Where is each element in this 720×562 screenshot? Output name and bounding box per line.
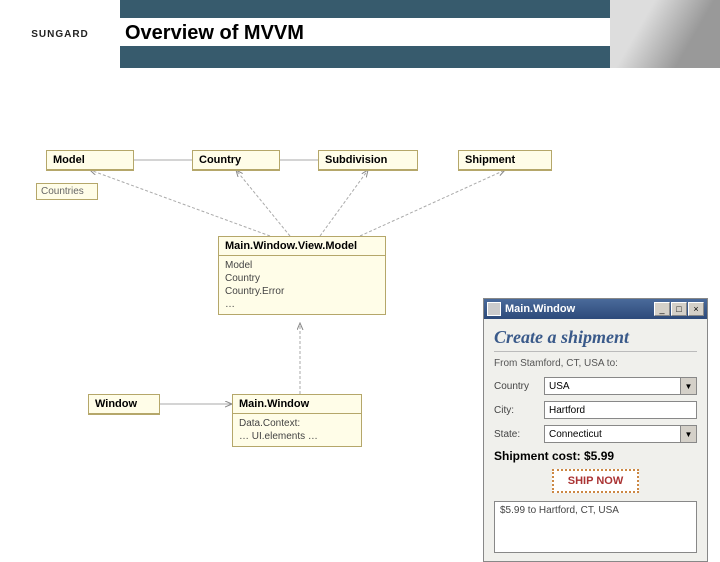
chevron-down-icon: ▼ [680, 426, 696, 442]
city-label: City: [494, 405, 538, 416]
app-body: Create a shipment From Stamford, CT, USA… [484, 319, 707, 561]
header-photo-right [610, 0, 720, 68]
maximize-button[interactable]: □ [671, 302, 687, 316]
uml-subdivision: Subdivision [318, 150, 418, 171]
uml-viewmodel-line: Model [225, 259, 379, 272]
city-row: City: [494, 401, 697, 419]
app-titlebar[interactable]: Main.Window _ □ × [484, 299, 707, 319]
uml-viewmodel-body: Model Country Country.Error … [219, 256, 385, 314]
uml-country-title: Country [193, 151, 279, 170]
chevron-down-icon: ▼ [680, 378, 696, 394]
state-dropdown[interactable]: Connecticut ▼ [544, 425, 697, 443]
uml-mainwindow: Main.Window Data.Context: … UI.elements … [232, 394, 362, 447]
uml-viewmodel-line: Country.Error [225, 285, 379, 298]
uml-model-field: Countries [36, 183, 98, 200]
cost-label: Shipment cost: $5.99 [494, 449, 697, 463]
uml-window: Window [88, 394, 160, 415]
state-value: Connecticut [549, 429, 602, 440]
result-list[interactable]: $5.99 to Hartford, CT, USA [494, 501, 697, 553]
app-heading: Create a shipment [494, 327, 697, 352]
close-button[interactable]: × [688, 302, 704, 316]
window-icon [487, 302, 501, 316]
ship-now-button[interactable]: SHIP NOW [552, 469, 639, 493]
brand-logo-area: SUNGARD [0, 0, 120, 68]
result-item: $5.99 to Hartford, CT, USA [500, 505, 691, 516]
uml-mainwindow-title: Main.Window [233, 395, 361, 414]
slide-header: SUNGARD Overview of MVVM Overview of MVV… [0, 0, 720, 68]
uml-mainwindow-line: Data.Context: [239, 417, 355, 430]
uml-window-title: Window [89, 395, 159, 414]
uml-viewmodel-line: … [225, 298, 379, 311]
uml-viewmodel-title: Main.Window.View.Model [219, 237, 385, 256]
uml-shipment-title: Shipment [459, 151, 551, 170]
uml-viewmodel-line: Country [225, 272, 379, 285]
uml-mainwindow-body: Data.Context: … UI.elements … [233, 414, 361, 446]
country-dropdown[interactable]: USA ▼ [544, 377, 697, 395]
country-label: Country [494, 381, 538, 392]
uml-shipment: Shipment [458, 150, 552, 171]
country-row: Country USA ▼ [494, 377, 697, 395]
slide-title-text: Overview of MVVM [125, 22, 304, 45]
brand-logo: SUNGARD [31, 29, 89, 40]
uml-model-title: Model [47, 151, 133, 170]
city-input[interactable] [544, 401, 697, 419]
country-value: USA [549, 381, 570, 392]
state-row: State: Connecticut ▼ [494, 425, 697, 443]
sample-app-window: Main.Window _ □ × Create a shipment From… [483, 298, 708, 562]
uml-viewmodel: Main.Window.View.Model Model Country Cou… [218, 236, 386, 315]
state-label: State: [494, 429, 538, 440]
window-title: Main.Window [505, 303, 654, 315]
uml-mainwindow-line: … UI.elements … [239, 430, 355, 443]
mvvm-diagram: Model Countries Country Subdivision Ship… [0, 68, 720, 540]
uml-country: Country [192, 150, 280, 171]
from-text: From Stamford, CT, USA to: [494, 358, 697, 369]
minimize-button[interactable]: _ [654, 302, 670, 316]
uml-model: Model [46, 150, 134, 171]
uml-subdivision-title: Subdivision [319, 151, 417, 170]
